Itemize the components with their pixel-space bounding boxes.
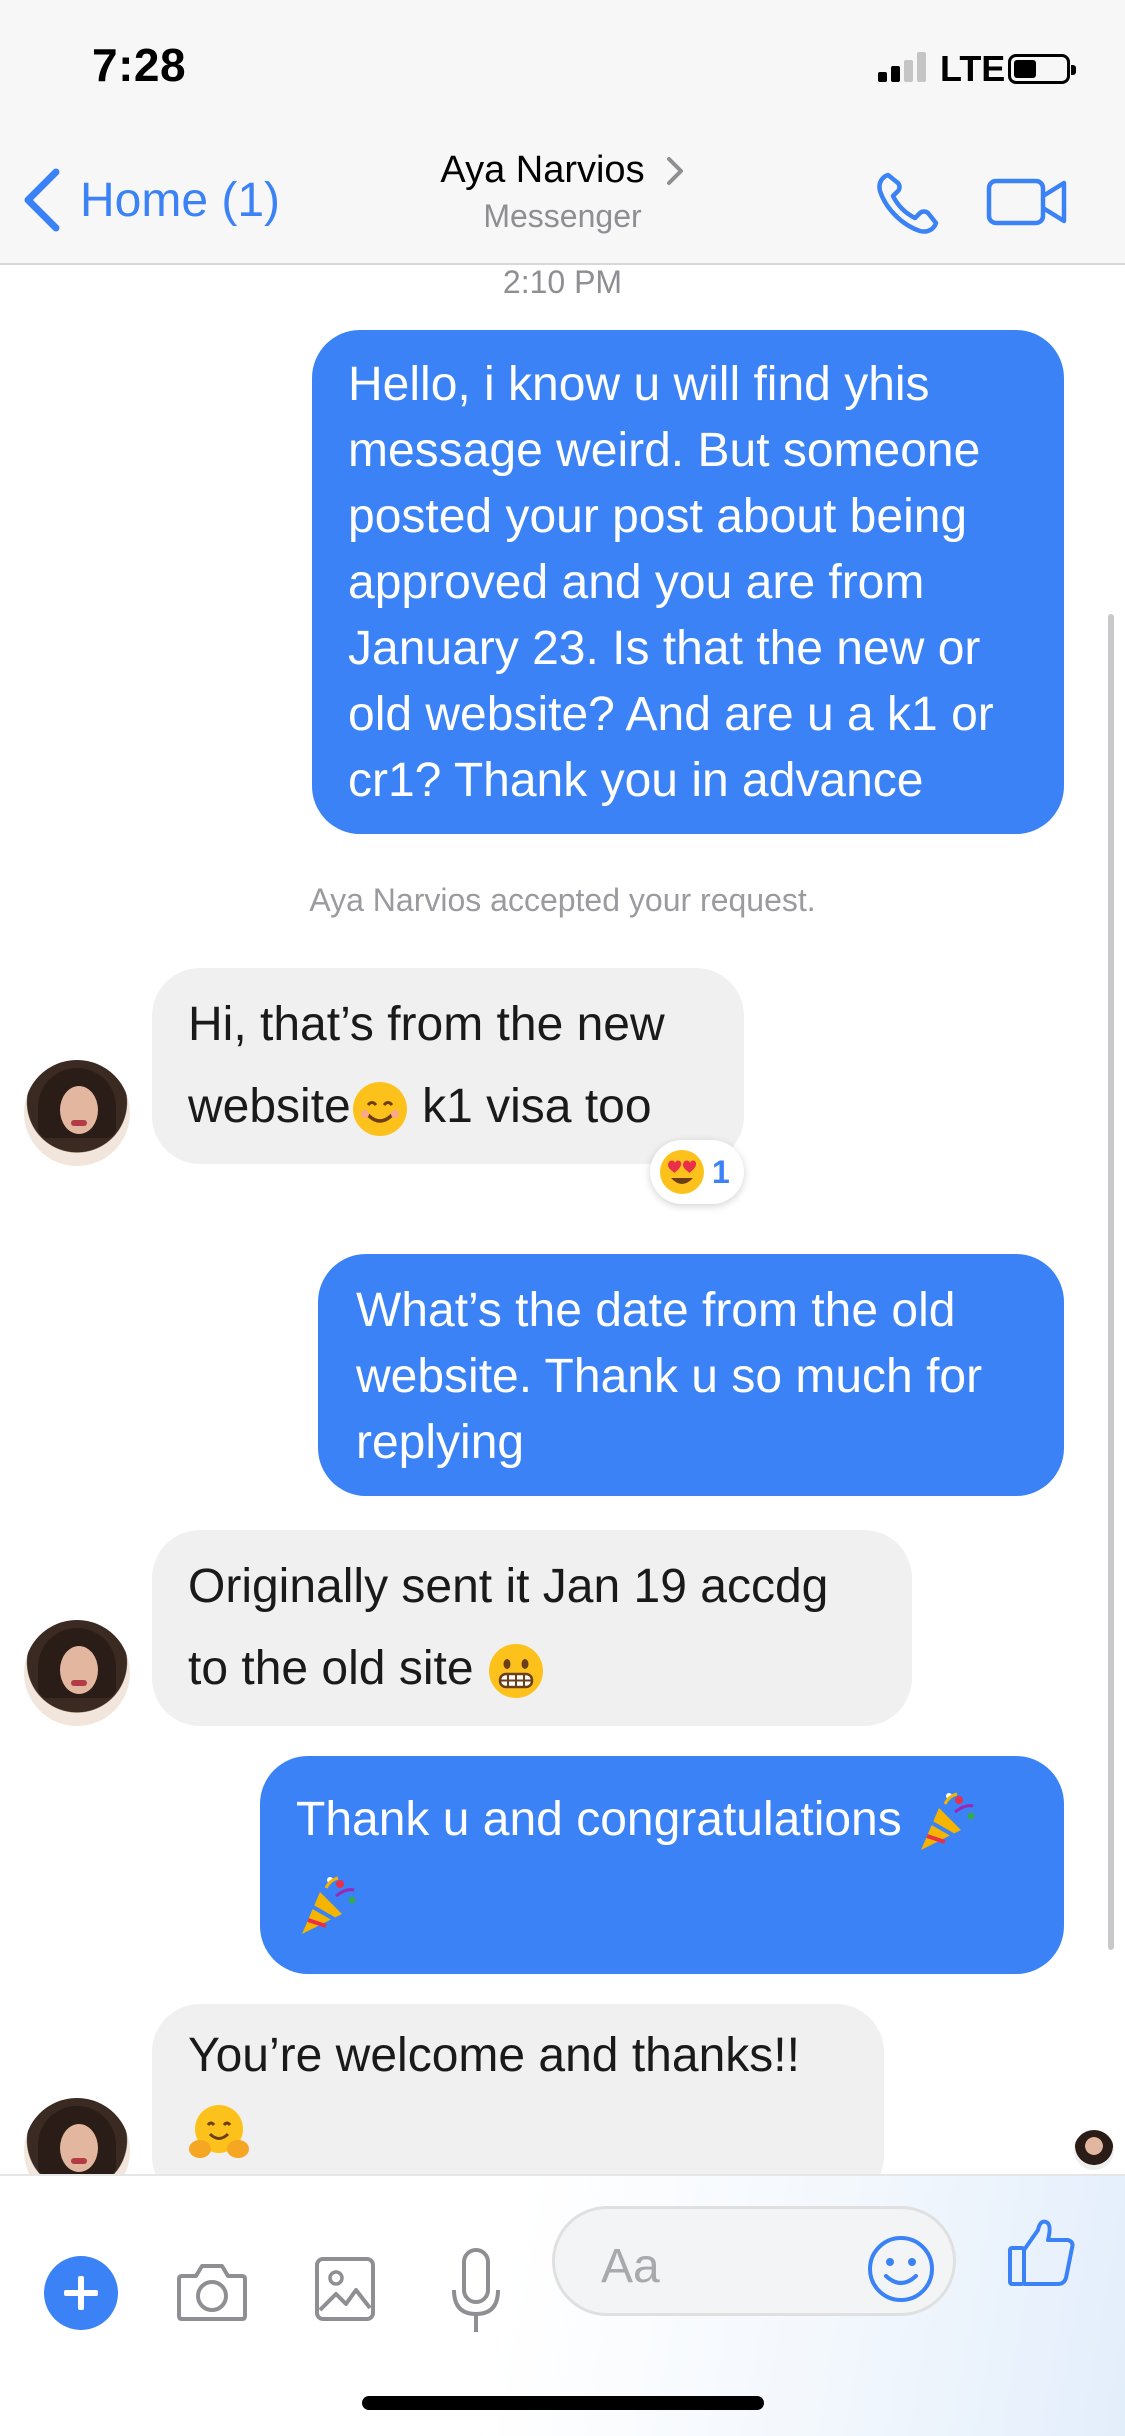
message-line: You’re welcome and thanks!! xyxy=(188,2029,800,2082)
message-input-placeholder: Aa xyxy=(601,2240,660,2293)
plus-icon[interactable] xyxy=(44,2256,118,2330)
contact-avatar[interactable] xyxy=(24,1060,130,1166)
message-line: cr1? Thank you in advance xyxy=(348,754,924,807)
outgoing-message-bubble[interactable]: What’s the date from the old website. Th… xyxy=(318,1254,1064,1496)
message-line: Hi, that’s from the new xyxy=(188,998,665,1051)
message-text: k1 visa too xyxy=(408,1080,652,1133)
message-text: website xyxy=(188,1080,351,1133)
message-line: replying xyxy=(356,1416,525,1469)
message-line: website. Thank u so much for xyxy=(356,1350,983,1403)
status-bar: 7:28 LTE xyxy=(0,0,1125,135)
phone-call-icon[interactable] xyxy=(872,169,942,239)
message-line-with-emoji: Thank u and congratulations xyxy=(296,1778,1028,1862)
hugging-face-icon xyxy=(189,2105,249,2159)
smiley-icon[interactable] xyxy=(866,2234,936,2304)
chevron-right-icon xyxy=(666,156,683,185)
message-line-with-emoji: website k1 visa too xyxy=(188,1066,708,1148)
video-call-icon[interactable] xyxy=(986,177,1068,227)
message-line-with-emoji xyxy=(188,2094,848,2170)
smiling-face-icon xyxy=(352,1082,407,1137)
message-line: January 23. Is that the new or xyxy=(348,622,981,675)
status-time: 7:28 xyxy=(92,39,187,91)
request-accepted-note: Aya Narvios accepted your request. xyxy=(309,882,816,918)
contact-name: Aya Narvios xyxy=(440,149,645,191)
message-line: message weird. But someone xyxy=(348,424,981,477)
gallery-icon[interactable] xyxy=(314,2256,376,2322)
conversation-header: Home (1) Aya Narvios Messenger xyxy=(0,135,1125,265)
message-line: old website? And are u a k1 or xyxy=(348,688,994,741)
message-text: to the old site xyxy=(188,1642,474,1695)
contact-name-row[interactable]: Aya Narvios xyxy=(440,149,684,192)
outgoing-message-bubble[interactable]: Thank u and congratulations xyxy=(260,1756,1064,1974)
incoming-message-bubble[interactable]: Originally sent it Jan 19 accdg to the o… xyxy=(152,1530,912,1726)
contact-subtitle: Messenger xyxy=(483,198,642,234)
reaction-count: 1 xyxy=(712,1153,730,1190)
contact-avatar[interactable] xyxy=(24,1620,130,1726)
message-line: What’s the date from the old xyxy=(356,1284,956,1337)
outgoing-message-bubble[interactable]: Hello, i know u will find yhis message w… xyxy=(312,330,1064,834)
party-popper-icon xyxy=(302,1876,356,1935)
message-line: Originally sent it Jan 19 accdg xyxy=(188,1560,829,1613)
contact-header[interactable]: Aya Narvios Messenger xyxy=(0,149,1125,235)
microphone-icon[interactable] xyxy=(446,2246,506,2338)
message-line-with-emoji xyxy=(296,1862,1028,1946)
camera-icon[interactable] xyxy=(176,2260,248,2322)
battery-icon xyxy=(1008,54,1076,84)
heart-eyes-icon xyxy=(660,1150,704,1194)
message-line: Hello, i know u will find yhis xyxy=(348,358,930,411)
network-type: LTE xyxy=(940,48,1006,89)
party-popper-icon xyxy=(921,1792,975,1851)
signal-strength-icon xyxy=(878,52,932,82)
home-indicator[interactable] xyxy=(362,2396,764,2410)
message-line: posted your post about being xyxy=(348,490,968,543)
thumbs-up-icon[interactable] xyxy=(1006,2216,1078,2288)
message-line-with-emoji: to the old site xyxy=(188,1628,876,1710)
message-reaction[interactable]: 1 xyxy=(650,1140,744,1204)
grimacing-face-icon xyxy=(488,1644,543,1699)
incoming-message-bubble[interactable]: Hi, that’s from the new website k1 visa … xyxy=(152,968,744,1164)
message-text: Thank u and congratulations xyxy=(296,1793,902,1846)
scrollbar[interactable] xyxy=(1108,614,1114,1950)
read-receipt-avatar xyxy=(1074,2130,1114,2170)
message-timestamp: 2:10 PM xyxy=(502,264,623,300)
message-line: approved and you are from xyxy=(348,556,925,609)
